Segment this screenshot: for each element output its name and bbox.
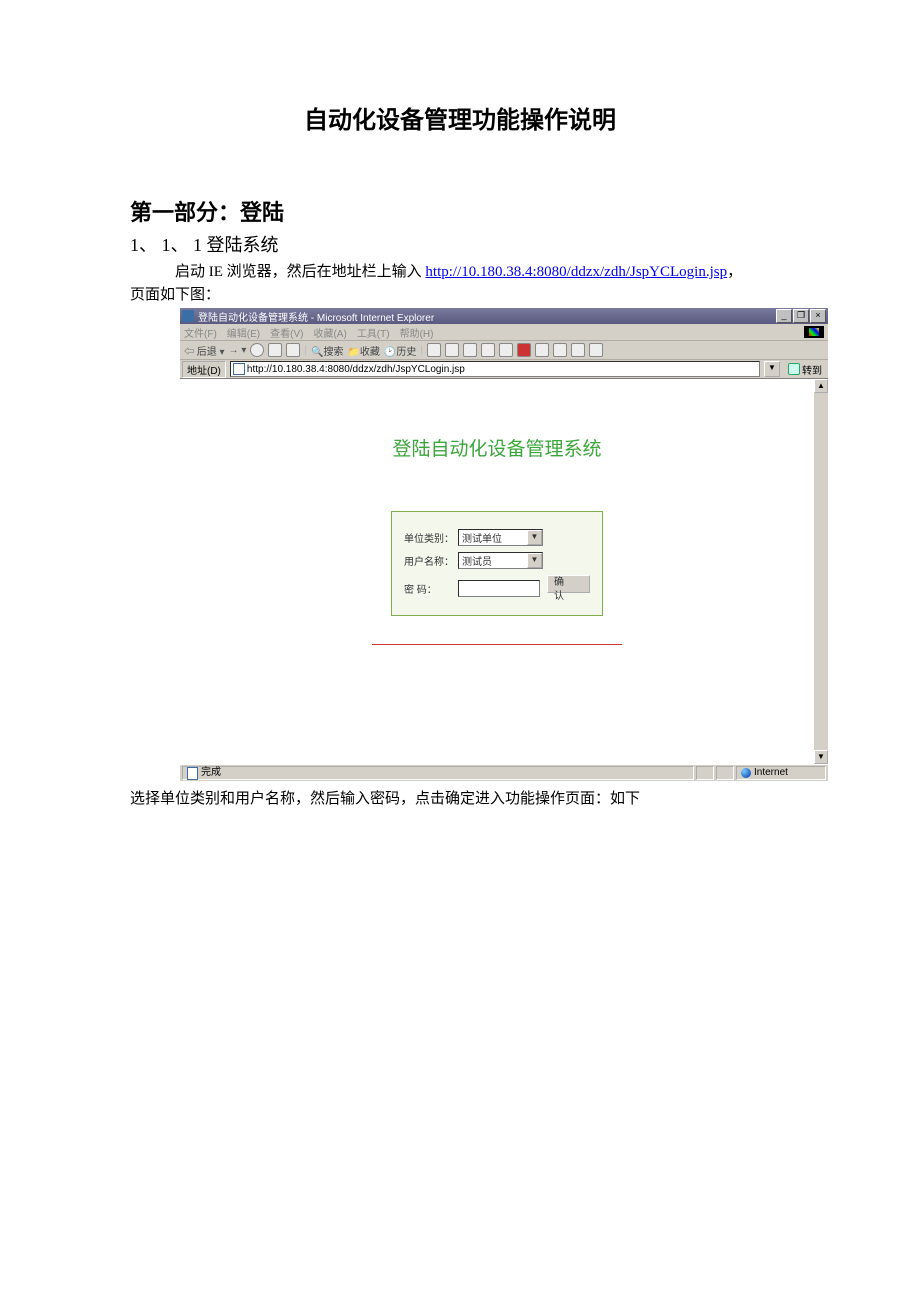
forward-button[interactable]: → ▾ <box>229 345 247 356</box>
status-done-text: 完成 <box>201 766 221 780</box>
menu-view[interactable]: 查看(V) <box>270 325 303 340</box>
extra6-icon[interactable] <box>589 343 603 357</box>
divider-line <box>372 644 622 645</box>
scroll-up-button[interactable]: ▲ <box>814 379 828 393</box>
go-label: 转到 <box>802 362 822 377</box>
ie-app-icon <box>182 310 194 322</box>
mail-icon[interactable] <box>427 343 441 357</box>
maximize-button[interactable]: ❐ <box>793 309 809 323</box>
address-label: 地址(D) <box>182 361 226 378</box>
ie-brand-icon <box>804 326 824 338</box>
address-bar: 地址(D) http://10.180.38.4:8080/ddzx/zdh/J… <box>180 360 828 379</box>
menu-file[interactable]: 文件(F) <box>184 325 217 340</box>
page-icon <box>233 363 245 375</box>
toolbar: ⇦ 后退 ▾ → ▾ | 🔍搜索 📁收藏 🕑历史 | <box>180 341 828 360</box>
menu-help[interactable]: 帮助(H) <box>400 325 434 340</box>
address-value: http://10.180.38.4:8080/ddzx/zdh/JspYCLo… <box>247 364 465 375</box>
extra4-icon[interactable] <box>553 343 567 357</box>
extra5-icon[interactable] <box>571 343 585 357</box>
home-icon[interactable] <box>286 343 300 357</box>
window-title: 登陆自动化设备管理系统 - Microsoft Internet Explore… <box>198 309 776 324</box>
paragraph-intro: 启动 IE 浏览器，然后在地址栏上输入 http://10.180.38.4:8… <box>130 261 790 284</box>
ie-screenshot: 登陆自动化设备管理系统 - Microsoft Internet Explore… <box>180 308 828 781</box>
favorites-button[interactable]: 📁收藏 <box>347 343 379 358</box>
zone-text: Internet <box>754 766 788 780</box>
search-button[interactable]: 🔍搜索 <box>311 343 343 358</box>
login-url-link[interactable]: http://10.180.38.4:8080/ddzx/zdh/JspYCLo… <box>425 264 727 280</box>
para-text-post: ， <box>727 264 742 280</box>
unit-type-select[interactable]: 测试单位 ▼ <box>458 529 543 546</box>
go-button[interactable]: 转到 <box>784 362 826 377</box>
extra2-icon[interactable] <box>517 343 531 357</box>
history-button[interactable]: 🕑历史 <box>384 343 416 358</box>
document-title: 自动化设备管理功能操作说明 <box>130 100 790 135</box>
menu-edit[interactable]: 编辑(E) <box>227 325 260 340</box>
address-dropdown-button[interactable]: ▼ <box>764 361 780 377</box>
subsection-title: 1、 1、 1 登陆系统 <box>130 231 790 257</box>
chevron-down-icon: ▼ <box>527 553 542 568</box>
menu-favorites[interactable]: 收藏(A) <box>313 325 346 340</box>
confirm-button[interactable]: 确 认 <box>547 575 590 593</box>
status-pane-2 <box>696 766 714 780</box>
menu-bar: 文件(F) 编辑(E) 查看(V) 收藏(A) 工具(T) 帮助(H) <box>180 324 828 341</box>
password-label: 密 码： <box>402 572 456 605</box>
login-form: 单位类别： 测试单位 ▼ 用户名称： 测试 <box>391 511 603 616</box>
back-button[interactable]: ⇦ 后退 ▾ <box>184 343 225 358</box>
scroll-down-button[interactable]: ▼ <box>814 750 828 764</box>
window-titlebar: 登陆自动化设备管理系统 - Microsoft Internet Explore… <box>180 308 828 324</box>
login-page-heading: 登陆自动化设备管理系统 <box>180 379 814 461</box>
go-icon <box>788 363 800 375</box>
status-bar: 完成 Internet <box>180 764 828 781</box>
extra3-icon[interactable] <box>535 343 549 357</box>
zone-pane: Internet <box>736 766 826 780</box>
password-input[interactable] <box>458 580 540 597</box>
menu-tools[interactable]: 工具(T) <box>357 325 390 340</box>
paragraph-after: 选择单位类别和用户名称，然后输入密码，点击确定进入功能操作页面：如下 <box>130 787 790 808</box>
status-pane-3 <box>716 766 734 780</box>
username-value: 测试员 <box>462 553 492 568</box>
username-label: 用户名称： <box>402 549 456 572</box>
refresh-icon[interactable] <box>268 343 282 357</box>
extra1-icon[interactable] <box>499 343 513 357</box>
paragraph-caption: 页面如下图： <box>130 284 790 307</box>
unit-type-label: 单位类别： <box>402 526 456 549</box>
edit-icon[interactable] <box>463 343 477 357</box>
section-title: 第一部分：登陆 <box>130 195 790 227</box>
internet-zone-icon <box>741 768 751 778</box>
unit-type-value: 测试单位 <box>462 530 502 545</box>
discuss-icon[interactable] <box>481 343 495 357</box>
status-text-pane: 完成 <box>182 766 694 780</box>
close-button[interactable]: × <box>810 309 826 323</box>
stop-icon[interactable] <box>250 343 264 357</box>
username-select[interactable]: 测试员 ▼ <box>458 552 543 569</box>
browser-content: ▲ ▼ 登陆自动化设备管理系统 单位类别： 测试单位 ▼ <box>180 379 828 764</box>
print-icon[interactable] <box>445 343 459 357</box>
document-icon <box>187 767 198 780</box>
chevron-down-icon: ▼ <box>527 530 542 545</box>
minimize-button[interactable]: _ <box>776 309 792 323</box>
para-text-pre: 启动 IE 浏览器，然后在地址栏上输入 <box>175 264 425 280</box>
address-input[interactable]: http://10.180.38.4:8080/ddzx/zdh/JspYCLo… <box>230 361 760 377</box>
